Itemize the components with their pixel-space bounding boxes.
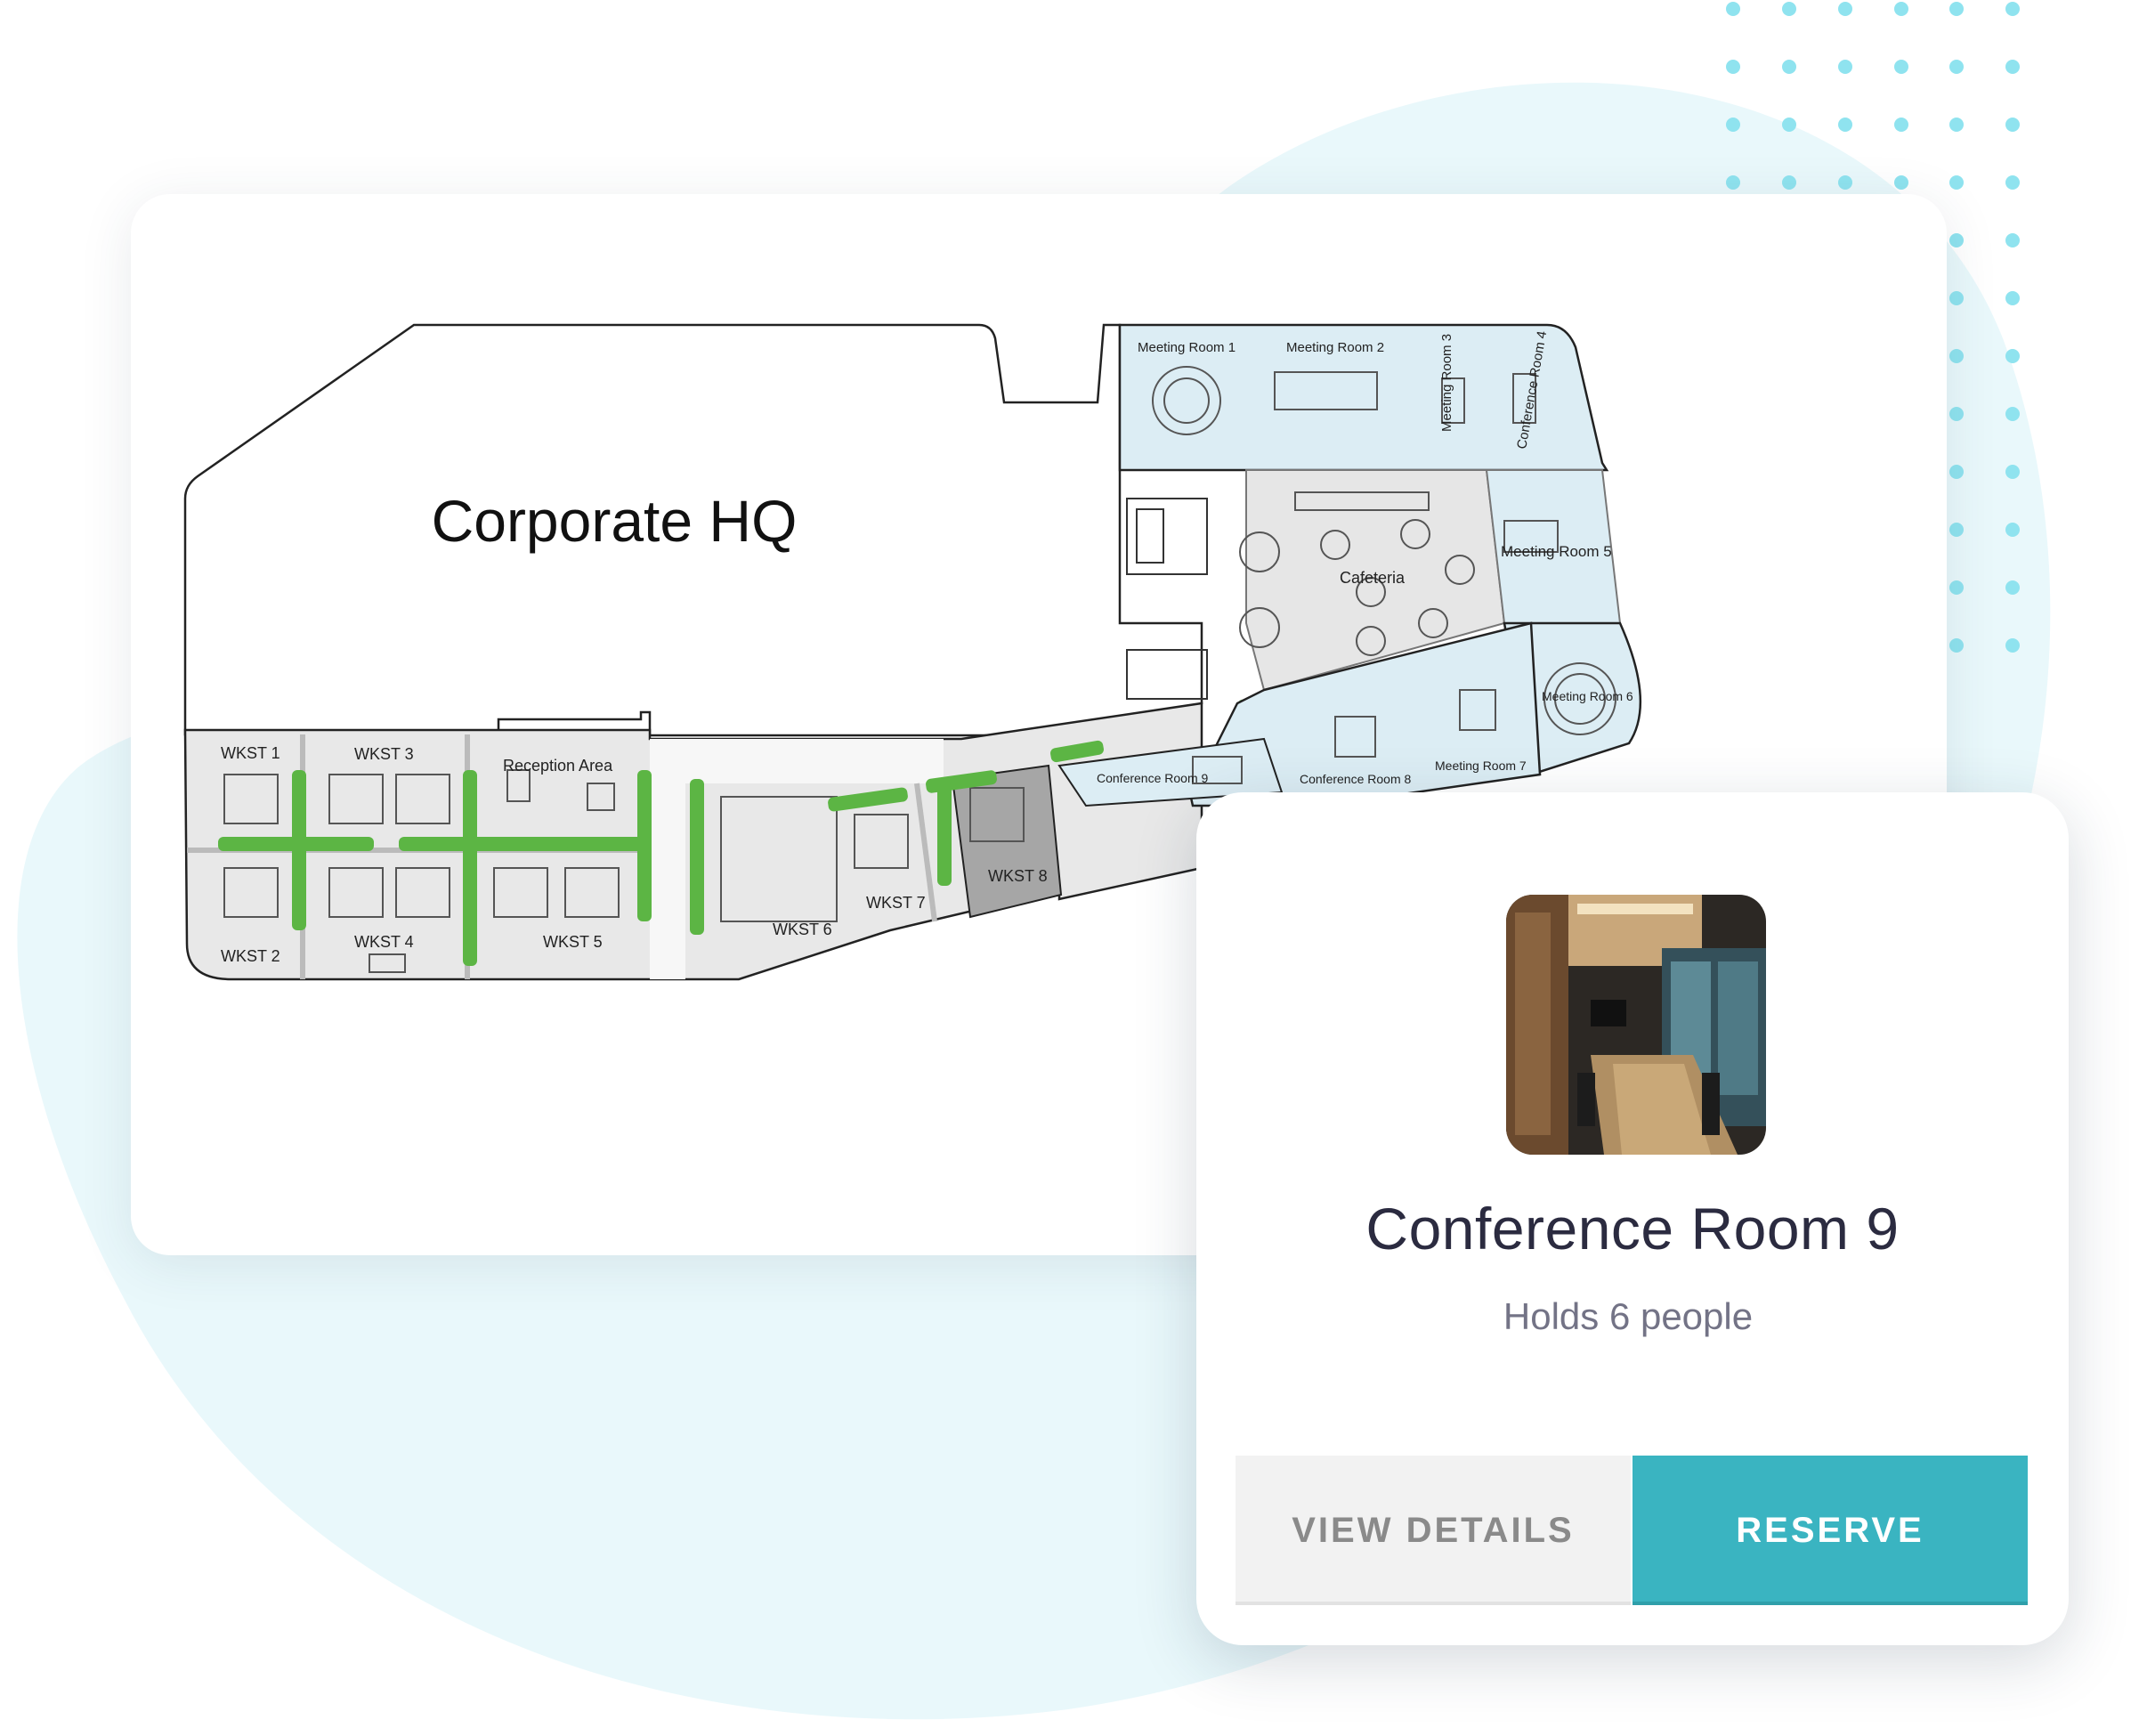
- decor-dot: [1949, 580, 1964, 595]
- decor-dot: [1894, 118, 1908, 132]
- decor-dot: [1726, 118, 1740, 132]
- room-capacity: Holds 6 people: [1503, 1295, 1754, 1337]
- label-meeting-room-2[interactable]: Meeting Room 2: [1286, 340, 1384, 355]
- decor-dot: [1894, 2, 1908, 16]
- floorplan-title: Corporate HQ: [432, 488, 798, 554]
- label-wkst-6[interactable]: WKST 6: [773, 921, 832, 938]
- decor-dot: [1949, 233, 1964, 247]
- decor-dot: [1949, 638, 1964, 653]
- label-conference-room-9[interactable]: Conference Room 9: [1097, 771, 1209, 785]
- decor-dot: [1782, 2, 1796, 16]
- decor-dot: [1726, 175, 1740, 190]
- label-conference-room-8[interactable]: Conference Room 8: [1300, 772, 1412, 786]
- label-wkst-8[interactable]: WKST 8: [988, 867, 1048, 885]
- label-meeting-room-3[interactable]: Meeting Room 3: [1439, 334, 1454, 432]
- decor-dot: [1726, 60, 1740, 74]
- room-photo: [1506, 895, 1766, 1155]
- label-wkst-3[interactable]: WKST 3: [354, 745, 414, 763]
- decor-dot: [2005, 465, 2020, 479]
- decor-dot: [1782, 60, 1796, 74]
- decor-dot: [1782, 175, 1796, 190]
- reserve-button[interactable]: RESERVE: [1633, 1456, 2028, 1605]
- decor-dot: [2005, 349, 2020, 363]
- label-reception[interactable]: Reception Area: [503, 757, 613, 775]
- decor-dot: [1949, 465, 1964, 479]
- label-wkst-1[interactable]: WKST 1: [221, 744, 280, 762]
- decor-dot: [1726, 2, 1740, 16]
- decor-dot: [1949, 407, 1964, 421]
- decor-dot: [1838, 60, 1852, 74]
- decor-dot: [2005, 233, 2020, 247]
- decor-dot: [1949, 291, 1964, 305]
- label-wkst-2[interactable]: WKST 2: [221, 947, 280, 965]
- view-details-button[interactable]: VIEW DETAILS: [1236, 1456, 1631, 1605]
- decor-dot: [2005, 60, 2020, 74]
- decor-dot: [1894, 60, 1908, 74]
- decor-dot: [1949, 60, 1964, 74]
- decor-dot: [1949, 175, 1964, 190]
- decor-dot: [2005, 407, 2020, 421]
- decor-dot: [2005, 638, 2020, 653]
- label-wkst-5[interactable]: WKST 5: [543, 933, 603, 951]
- label-cafeteria[interactable]: Cafeteria: [1340, 569, 1406, 587]
- decor-dot: [1949, 118, 1964, 132]
- decor-dot: [1838, 175, 1852, 190]
- decor-dot: [2005, 523, 2020, 537]
- decor-dot: [2005, 2, 2020, 16]
- decor-dot: [1782, 118, 1796, 132]
- decor-dot: [2005, 118, 2020, 132]
- room-details-card: Conference Room 9 Holds 6 people VIEW DE…: [1196, 792, 2069, 1645]
- decor-dot: [1949, 349, 1964, 363]
- label-meeting-room-1[interactable]: Meeting Room 1: [1138, 340, 1236, 355]
- decor-dot: [1949, 523, 1964, 537]
- decor-dot: [2005, 580, 2020, 595]
- label-wkst-7[interactable]: WKST 7: [866, 894, 926, 912]
- decor-dot: [2005, 291, 2020, 305]
- label-wkst-4[interactable]: WKST 4: [354, 933, 414, 951]
- label-meeting-room-5[interactable]: Meeting Room 5: [1501, 543, 1612, 560]
- decor-dot: [1894, 175, 1908, 190]
- decor-dot: [1838, 2, 1852, 16]
- label-meeting-room-6[interactable]: Meeting Room 6: [1542, 689, 1633, 703]
- decor-dot: [1949, 2, 1964, 16]
- decor-dot: [1838, 118, 1852, 132]
- label-meeting-room-7[interactable]: Meeting Room 7: [1435, 758, 1527, 773]
- decor-dot: [2005, 175, 2020, 190]
- room-name: Conference Room 9: [1365, 1196, 1900, 1261]
